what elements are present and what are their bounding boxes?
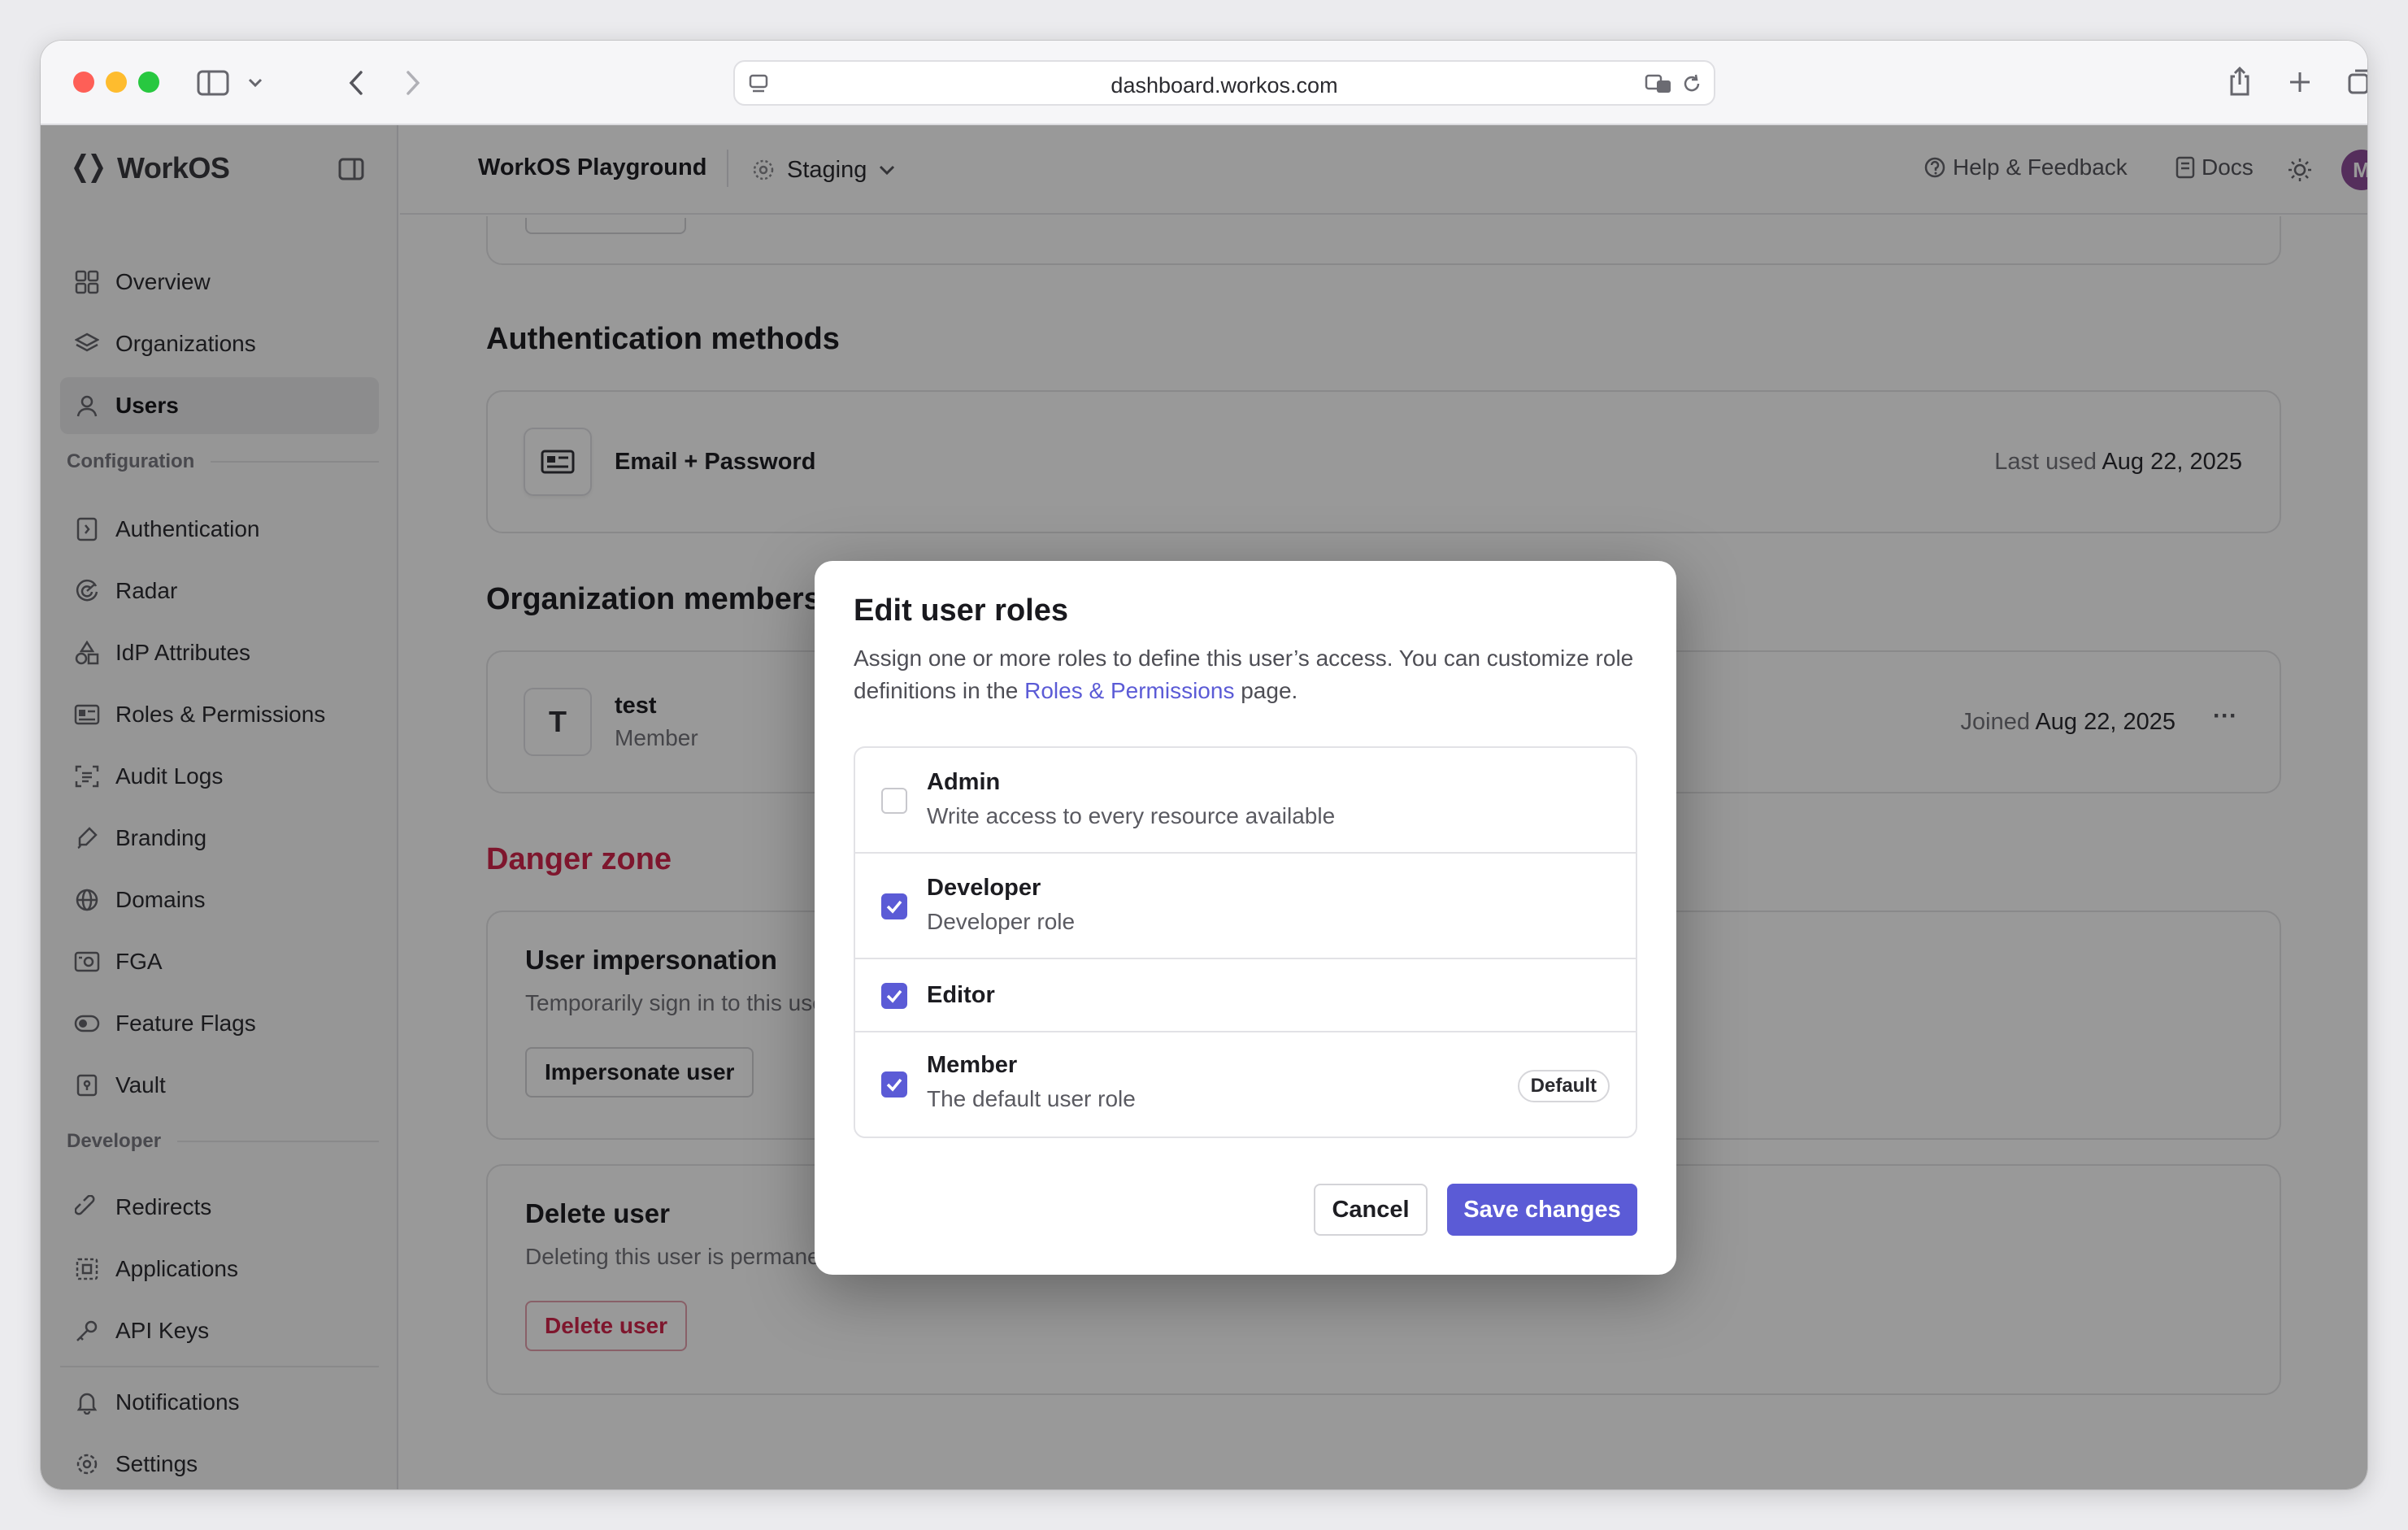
editor-checkbox[interactable] xyxy=(881,983,907,1009)
tab-overview-icon[interactable] xyxy=(2346,67,2367,98)
url-text: dashboard.workos.com xyxy=(1111,73,1338,98)
translate-icon[interactable] xyxy=(1644,72,1673,96)
roles-permissions-link[interactable]: Roles & Permissions xyxy=(1024,678,1234,703)
save-changes-button[interactable]: Save changes xyxy=(1447,1184,1637,1236)
chevron-down-icon[interactable] xyxy=(246,73,265,93)
member-checkbox[interactable] xyxy=(881,1071,907,1098)
role-name: Editor xyxy=(927,982,995,1008)
role-list: Admin Write access to every resource ava… xyxy=(854,746,1637,1138)
default-badge: Default xyxy=(1517,1070,1610,1102)
dialog-desc-after: page. xyxy=(1234,678,1298,703)
role-row-developer[interactable]: Developer Developer role xyxy=(855,854,1636,959)
check-icon xyxy=(886,900,902,914)
close-window-button[interactable] xyxy=(73,72,94,93)
app: WorkOS Overview Organizations Users Conf… xyxy=(41,125,2367,1489)
back-icon[interactable] xyxy=(343,67,369,99)
zoom-window-button[interactable] xyxy=(138,72,159,93)
forward-icon[interactable] xyxy=(400,67,426,99)
address-bar[interactable]: dashboard.workos.com xyxy=(733,60,1715,106)
edit-user-roles-dialog: Edit user roles Assign one or more roles… xyxy=(815,561,1676,1275)
browser-window: dashboard.workos.com WorkOS Overview Org… xyxy=(41,41,2367,1489)
role-description: The default user role xyxy=(927,1086,1136,1111)
role-row-admin[interactable]: Admin Write access to every resource ava… xyxy=(855,748,1636,854)
developer-checkbox[interactable] xyxy=(881,893,907,919)
minimize-window-button[interactable] xyxy=(106,72,127,93)
role-name: Admin xyxy=(927,769,1001,795)
role-name: Member xyxy=(927,1052,1018,1078)
reload-icon[interactable] xyxy=(1680,72,1704,96)
sidebar-toggle-icon[interactable] xyxy=(197,68,229,98)
role-description: Write access to every resource available xyxy=(927,803,1336,828)
check-icon xyxy=(886,1078,902,1092)
cancel-button[interactable]: Cancel xyxy=(1314,1184,1428,1236)
role-name: Developer xyxy=(927,875,1041,901)
admin-checkbox[interactable] xyxy=(881,788,907,814)
dialog-title: Edit user roles xyxy=(854,593,1068,628)
role-description: Developer role xyxy=(927,909,1076,934)
role-row-member[interactable]: Member The default user role Default xyxy=(855,1032,1636,1137)
dialog-description: Assign one or more roles to define this … xyxy=(854,642,1634,707)
role-row-editor[interactable]: Editor xyxy=(855,959,1636,1032)
check-icon xyxy=(886,989,902,1003)
share-icon[interactable] xyxy=(2226,63,2254,99)
browser-toolbar: dashboard.workos.com xyxy=(41,41,2367,125)
new-tab-icon[interactable] xyxy=(2286,68,2314,96)
